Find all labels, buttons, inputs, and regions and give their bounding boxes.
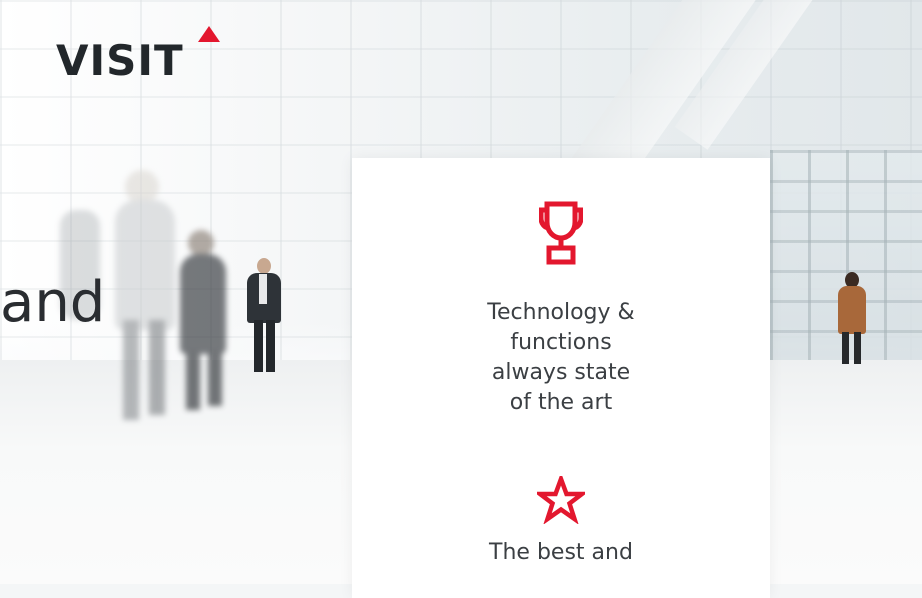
feature-text: Technology & functions always state of t…	[487, 300, 635, 415]
star-icon	[537, 476, 585, 524]
logo-text: VISIT	[56, 36, 184, 85]
trophy-icon	[539, 201, 583, 265]
feature-item: Technology & functions always state of t…	[352, 200, 770, 418]
logo-triangle-icon	[198, 26, 220, 42]
site-logo[interactable]: VISIT	[56, 36, 184, 85]
blurred-person	[115, 170, 175, 420]
feature-text: The best and	[489, 540, 633, 565]
blurred-person	[180, 230, 230, 410]
standing-person	[244, 258, 286, 374]
feature-item: The best and	[352, 476, 770, 568]
features-card: Technology & functions always state of t…	[352, 158, 770, 598]
hero-headline: and	[0, 270, 106, 335]
standing-person	[836, 272, 870, 366]
